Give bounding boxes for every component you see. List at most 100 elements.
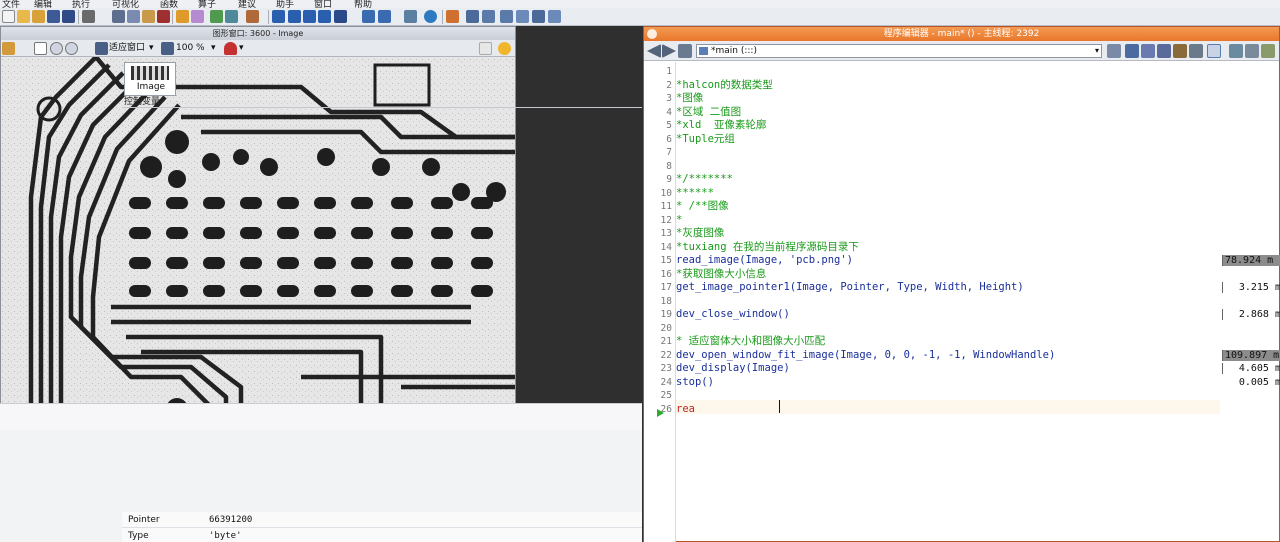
line-profile-icon[interactable] xyxy=(482,10,495,23)
runtime-value: 109.897 m xyxy=(1223,349,1280,361)
control-variable-name: Pointer xyxy=(128,515,160,525)
procedure-icon[interactable] xyxy=(225,10,238,23)
code-line[interactable]: */******* xyxy=(676,173,733,187)
tool-d-icon[interactable] xyxy=(1189,44,1203,58)
profiler-icon[interactable] xyxy=(424,10,437,23)
forward-arrow-icon[interactable] xyxy=(662,44,676,58)
zoom-menu-icon[interactable] xyxy=(65,42,78,55)
settings-gear-icon[interactable] xyxy=(498,42,511,55)
save-all-icon[interactable] xyxy=(62,10,75,23)
tool-g-icon[interactable] xyxy=(1261,44,1275,58)
histogram-icon[interactable] xyxy=(466,10,479,23)
check-all-icon[interactable] xyxy=(1125,44,1139,58)
back-arrow-icon[interactable] xyxy=(647,44,661,58)
run-icon[interactable] xyxy=(272,10,285,23)
zoom-level-icon[interactable] xyxy=(161,42,174,55)
zoom-level-dropdown-icon[interactable]: ▾ xyxy=(211,42,216,55)
procedure-select[interactable]: *main (:::) ▾ xyxy=(696,44,1102,58)
image-tool-icon[interactable] xyxy=(446,10,459,23)
feature-inspection-icon[interactable] xyxy=(516,10,529,23)
line-number: 10 xyxy=(660,187,672,199)
pan-hand-icon[interactable] xyxy=(34,42,47,55)
graphics-window-toolbar: 适应窗口 ▾ 100 % ▾ ▾ xyxy=(1,40,515,57)
tool-b-icon[interactable] xyxy=(1157,44,1171,58)
open-recent-icon[interactable] xyxy=(32,10,45,23)
code-line[interactable]: * xyxy=(676,214,682,228)
fit-window-dropdown-icon[interactable]: ▾ xyxy=(149,42,154,55)
menu-operators[interactable]: 算子 xyxy=(198,0,216,8)
code-line[interactable]: dev_open_window_fit_image(Image, 0, 0, -… xyxy=(676,349,1055,363)
zoom-window-icon[interactable] xyxy=(548,10,561,23)
reset-icon[interactable] xyxy=(362,10,375,23)
iconic-variable-name: Image xyxy=(136,82,166,92)
breakpoint-icon[interactable] xyxy=(246,10,259,23)
code-line[interactable]: *灰度图像 xyxy=(676,227,724,241)
menu-execute[interactable]: 执行 xyxy=(72,0,90,8)
code-line[interactable]: *获取图像大小信息 xyxy=(676,268,766,282)
step-into-icon[interactable] xyxy=(303,10,316,23)
code-line[interactable]: dev_close_window() xyxy=(676,308,790,322)
control-variable-row[interactable]: Type 'byte' xyxy=(122,528,642,542)
current-line-highlight xyxy=(676,400,1220,414)
delete-icon[interactable] xyxy=(157,10,170,23)
open-folder-icon[interactable] xyxy=(17,10,30,23)
fit-window-label[interactable]: 适应窗口 xyxy=(109,42,145,55)
code-line[interactable]: * /**图像 xyxy=(676,200,729,214)
copy-icon[interactable] xyxy=(127,10,140,23)
menu-help[interactable]: 帮助 xyxy=(354,0,372,8)
code-line-current[interactable]: rea xyxy=(676,403,695,417)
redo-icon[interactable] xyxy=(191,10,204,23)
code-line[interactable]: *xld 亚像素轮廓 xyxy=(676,119,766,133)
cut-icon[interactable] xyxy=(112,10,125,23)
program-icon[interactable] xyxy=(678,44,692,58)
stop-icon[interactable] xyxy=(334,10,347,23)
menu-assistants[interactable]: 助手 xyxy=(276,0,294,8)
print-icon[interactable] xyxy=(82,10,95,23)
tool-a-icon[interactable] xyxy=(1141,44,1155,58)
zoom-magnifier-icon[interactable] xyxy=(50,42,63,55)
feature-histogram-icon[interactable] xyxy=(500,10,513,23)
reset-all-icon[interactable] xyxy=(378,10,391,23)
code-area[interactable]: 1 2 3 4 5 6 7 8 9 10 11 12 13 14 15 16 1… xyxy=(644,62,1280,542)
measure-icon[interactable] xyxy=(532,10,545,23)
tool-e-icon[interactable] xyxy=(1229,44,1243,58)
menu-visualize[interactable]: 可视化 xyxy=(112,0,139,8)
menu-suggestions[interactable]: 建议 xyxy=(238,0,256,8)
image-thumbnail xyxy=(131,66,169,80)
code-line[interactable]: *图像 xyxy=(676,92,703,106)
zoom-level-value[interactable]: 100 % xyxy=(176,42,205,55)
code-line[interactable]: * 适应窗体大小和图像大小匹配 xyxy=(676,335,825,349)
paste-icon[interactable] xyxy=(142,10,155,23)
undo-icon[interactable] xyxy=(176,10,189,23)
tool-c-icon[interactable] xyxy=(1173,44,1187,58)
step-over-icon[interactable] xyxy=(288,10,301,23)
menu-window[interactable]: 窗口 xyxy=(314,0,332,8)
code-line[interactable]: *halcon的数据类型 xyxy=(676,79,773,93)
save-icon[interactable] xyxy=(47,10,60,23)
color-palette-icon[interactable] xyxy=(224,42,237,55)
code-line[interactable]: dev_display(Image) xyxy=(676,362,790,376)
code-line[interactable]: *tuxiang 在我的当前程序源码目录下 xyxy=(676,241,859,255)
code-line[interactable]: *区域 二值图 xyxy=(676,106,741,120)
window-icon[interactable] xyxy=(404,10,417,23)
menu-functions[interactable]: 函数 xyxy=(160,0,178,8)
code-line[interactable]: ****** xyxy=(676,187,714,201)
code-line[interactable]: get_image_pointer1(Image, Pointer, Type,… xyxy=(676,281,1024,295)
menu-file[interactable]: 文件 xyxy=(2,0,20,8)
menu-edit[interactable]: 编辑 xyxy=(34,0,52,8)
code-line[interactable]: *Tuple元组 xyxy=(676,133,735,147)
program-list-icon[interactable] xyxy=(210,10,223,23)
step-out-icon[interactable] xyxy=(318,10,331,23)
procedure-window-icon[interactable] xyxy=(1107,44,1121,58)
color-palette-dropdown-icon[interactable]: ▾ xyxy=(239,42,244,55)
pointer-icon[interactable] xyxy=(2,42,15,55)
control-variable-row[interactable]: Pointer 66391200 xyxy=(122,512,642,528)
new-file-icon[interactable] xyxy=(2,10,15,23)
format-icon[interactable] xyxy=(1207,44,1221,58)
fit-window-icon[interactable] xyxy=(95,42,108,55)
iconic-variable-image[interactable]: Image xyxy=(124,62,176,96)
tool-f-icon[interactable] xyxy=(1245,44,1259,58)
code-line[interactable]: read_image(Image, 'pcb.png') xyxy=(676,254,853,268)
code-line[interactable]: stop() xyxy=(676,376,714,390)
clear-window-icon[interactable] xyxy=(479,42,492,55)
